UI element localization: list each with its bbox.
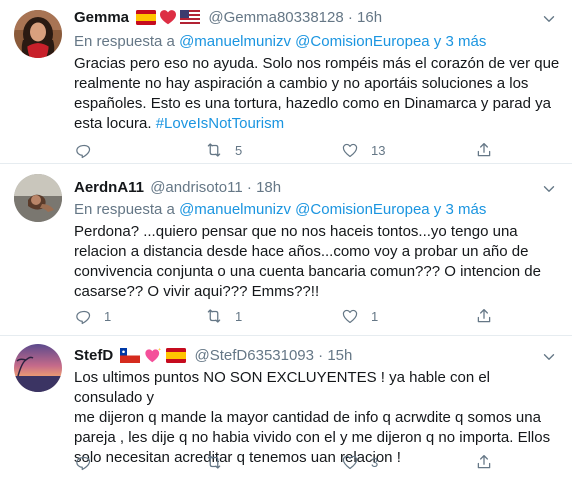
display-name[interactable]: StefD (74, 347, 113, 364)
user-handle[interactable]: @Gemma80338128 (208, 9, 343, 26)
retweet-button[interactable]: 1 (205, 306, 242, 326)
reply-button[interactable]: 1 (74, 306, 111, 326)
like-count: 3 (371, 454, 379, 470)
user-handle[interactable]: @andrisoto11 (150, 179, 243, 196)
tweet-actions: 5 13 (74, 140, 560, 160)
reply-button[interactable] (74, 140, 104, 160)
tweet-text-line: pareja , les dije q no habia vivido con … (74, 429, 551, 446)
tweet-text-line: Los ultimos puntos NO SON EXCLUYENTES ! … (74, 369, 491, 406)
tweet-text-line: esta locura. (74, 115, 152, 132)
display-name[interactable]: AerdnA11 (74, 179, 144, 196)
reply-context: En respuesta a @manuelmunizv @ComisionEu… (74, 32, 486, 52)
reply-context: En respuesta a @manuelmunizv @ComisionEu… (74, 200, 486, 220)
reply-prefix: En respuesta a (74, 201, 175, 218)
share-button[interactable] (475, 140, 493, 160)
tweet[interactable]: Gemma @Gemma80338128 · 16h En respuesta … (0, 0, 572, 164)
avatar[interactable] (14, 10, 62, 58)
reply-prefix: En respuesta a (74, 33, 175, 50)
retweet-icon (205, 141, 223, 159)
tweet-text-line: convivencia conjunta o una cuenta bancar… (74, 263, 541, 280)
replying-to-users-link[interactable]: @manuelmunizv @ComisionEuropea y 3 más (179, 201, 486, 218)
like-count: 1 (371, 308, 379, 324)
more-options-chevron-icon[interactable] (540, 348, 558, 366)
sparkling-heart-icon (143, 347, 163, 369)
avatar-image (14, 344, 62, 392)
separator-dot: · (318, 347, 324, 364)
tweet-text-line: me dijeron q mande la mayor cantidad de … (74, 409, 541, 426)
avatar-image (14, 10, 62, 58)
spain-flag-icon (136, 10, 157, 31)
reply-icon (74, 141, 92, 159)
more-options-chevron-icon[interactable] (540, 10, 558, 28)
retweet-icon (205, 307, 223, 325)
share-icon (475, 453, 493, 471)
reply-count: 1 (104, 308, 112, 324)
share-icon (475, 307, 493, 325)
us-flag-icon (180, 10, 201, 31)
heart-icon (341, 453, 359, 471)
tweet-text-line: relacion a distancia desde hace años...c… (74, 243, 529, 260)
like-button[interactable]: 1 (341, 306, 378, 326)
heart-icon (341, 141, 359, 159)
tweet-text: Perdona? ...quiero pensar que no nos hac… (74, 222, 560, 302)
separator-dot: · (246, 179, 252, 196)
like-button[interactable]: 3 (341, 452, 378, 472)
tweet-header: AerdnA11 @andrisoto11 · 18h (74, 178, 281, 198)
share-button[interactable] (475, 306, 493, 326)
spain-flag-icon (166, 348, 187, 369)
retweet-button[interactable]: 5 (205, 140, 242, 160)
timestamp[interactable]: 18h (256, 179, 281, 196)
tweet[interactable]: StefD @StefD63531093 · 15h Los ultimos p… (0, 336, 572, 486)
separator-dot: · (347, 9, 353, 26)
share-button[interactable] (475, 452, 493, 472)
tweet-text: Gracias pero eso no ayuda. Solo nos romp… (74, 54, 560, 134)
retweet-icon (205, 453, 223, 471)
chile-flag-icon (120, 348, 141, 369)
tweet-text-line: españoles. Esto es una tortura, hazedlo … (74, 95, 551, 112)
tweet-text-line: realmente no hay aspiración a cambio y n… (74, 75, 529, 92)
user-handle[interactable]: @StefD63531093 (195, 347, 314, 364)
tweet-header: StefD @StefD63531093 · 15h (74, 346, 352, 366)
avatar[interactable] (14, 344, 62, 392)
tweet-header: Gemma @Gemma80338128 · 16h (74, 8, 382, 28)
retweet-button[interactable] (205, 452, 235, 472)
timestamp[interactable]: 16h (357, 9, 382, 26)
more-options-chevron-icon[interactable] (540, 180, 558, 198)
tweet-text-line: Perdona? ...quiero pensar que no nos hac… (74, 223, 518, 240)
display-name[interactable]: Gemma (74, 9, 129, 26)
heart-icon (341, 307, 359, 325)
tweet-actions: 3 (74, 452, 560, 472)
tweet-text-line: Gracias pero eso no ayuda. Solo nos romp… (74, 55, 560, 72)
tweet-actions: 1 1 1 (74, 306, 560, 326)
share-icon (475, 141, 493, 159)
hashtag-link[interactable]: #LoveIsNotTourism (156, 115, 284, 132)
tweet-text-line: casarse?? O vivir aqui??? Emms??!! (74, 283, 320, 300)
reply-button[interactable] (74, 452, 104, 472)
timestamp[interactable]: 15h (327, 347, 352, 364)
reply-icon (74, 453, 92, 471)
reply-icon (74, 307, 92, 325)
like-button[interactable]: 13 (341, 140, 385, 160)
red-heart-icon (159, 9, 177, 31)
like-count: 13 (371, 142, 386, 158)
replying-to-users-link[interactable]: @manuelmunizv @ComisionEuropea y 3 más (179, 33, 486, 50)
retweet-count: 1 (235, 308, 243, 324)
tweet[interactable]: AerdnA11 @andrisoto11 · 18h En respuesta… (0, 164, 572, 336)
avatar[interactable] (14, 174, 62, 222)
avatar-image (14, 174, 62, 222)
retweet-count: 5 (235, 142, 243, 158)
